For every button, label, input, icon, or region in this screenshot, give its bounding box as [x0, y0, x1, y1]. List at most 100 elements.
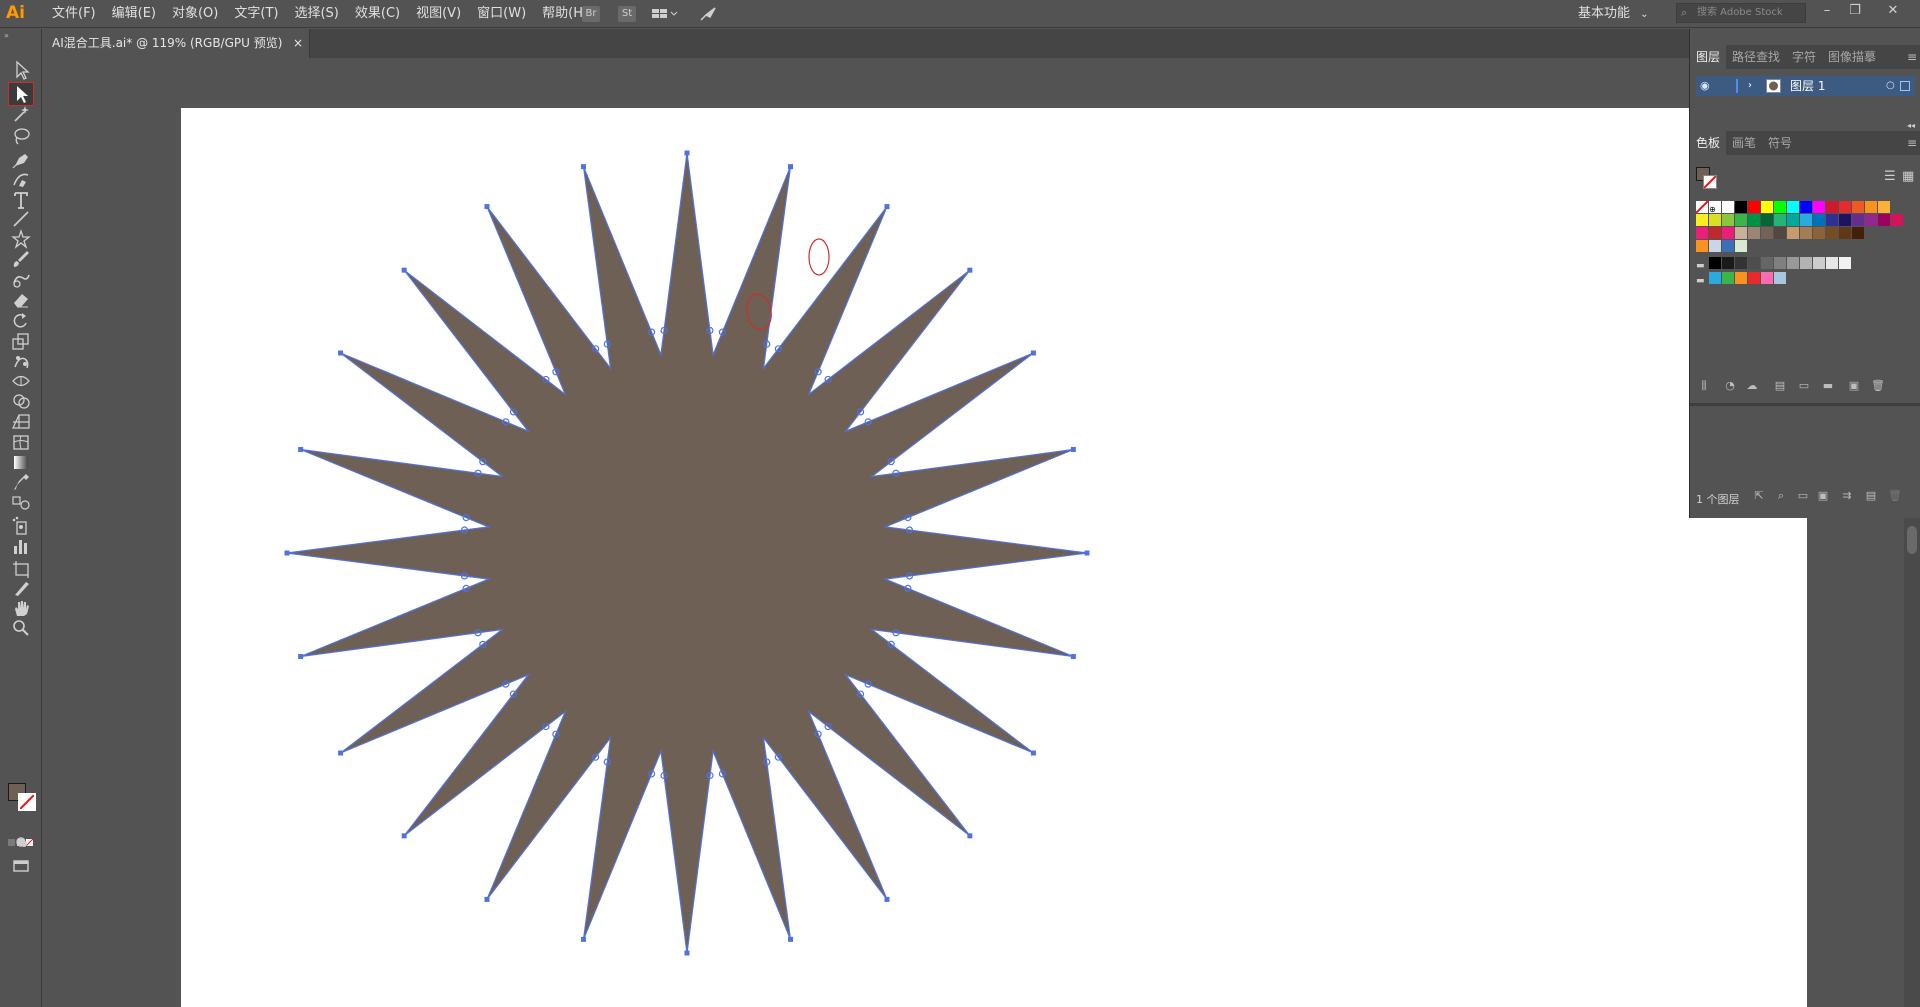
new-swatch-icon[interactable]: ▣	[1846, 379, 1862, 393]
gray-swatch[interactable]	[1774, 257, 1786, 269]
color-swatch[interactable]	[1735, 227, 1747, 239]
minimize-button[interactable]: –	[1814, 0, 1840, 22]
gray-swatch[interactable]	[1748, 257, 1760, 269]
folder-icon[interactable]: ▬	[1696, 272, 1708, 286]
color-swatch[interactable]	[1787, 214, 1799, 226]
swatch-options-icon[interactable]: ▤	[1772, 379, 1788, 393]
color-swatch[interactable]	[1722, 227, 1734, 239]
pattern-swatch[interactable]	[1709, 240, 1721, 252]
pen-tool[interactable]	[9, 148, 33, 170]
restore-button[interactable]: ❐	[1842, 0, 1868, 22]
anchor-point[interactable]	[1030, 750, 1036, 756]
bright-swatch[interactable]	[1748, 272, 1760, 284]
color-swatch[interactable]	[1839, 201, 1851, 213]
rotate-tool[interactable]	[9, 310, 33, 332]
swatch-fill-stroke[interactable]	[1696, 167, 1717, 189]
stock-search-input[interactable]: ⌕ 搜索 Adobe Stock	[1676, 3, 1806, 23]
stock-button[interactable]: St	[618, 6, 636, 22]
new-layer-icon[interactable]: ▤	[1864, 489, 1878, 503]
panel-menu-icon[interactable]: ≡	[1907, 45, 1917, 69]
color-swatch[interactable]	[1748, 227, 1760, 239]
anchor-point[interactable]	[1070, 446, 1076, 452]
export-icon[interactable]: ⇱	[1752, 489, 1766, 503]
tab-symbols[interactable]: 符号	[1762, 131, 1798, 155]
width-tool[interactable]	[9, 370, 33, 392]
tab-character[interactable]: 字符	[1786, 45, 1822, 69]
tab-layers[interactable]: 图层	[1690, 45, 1727, 69]
artboard-tool[interactable]	[9, 557, 33, 579]
anchor-point[interactable]	[580, 936, 586, 942]
anchor-point[interactable]	[788, 936, 794, 942]
gray-swatch[interactable]	[1761, 257, 1773, 269]
selection-indicator[interactable]	[1900, 81, 1910, 91]
gray-swatch[interactable]	[1839, 257, 1851, 269]
color-swatch[interactable]	[1774, 201, 1786, 213]
color-swatch[interactable]	[1787, 227, 1799, 239]
stroke-swatch[interactable]	[18, 793, 36, 811]
eraser-tool[interactable]	[9, 288, 33, 310]
color-swatch[interactable]	[1813, 227, 1825, 239]
bright-swatch[interactable]	[1735, 272, 1747, 284]
line-segment-tool[interactable]	[9, 208, 33, 230]
anchor-point[interactable]	[298, 446, 304, 452]
color-swatch[interactable]	[1787, 201, 1799, 213]
color-swatch[interactable]	[1826, 201, 1838, 213]
anchor-point[interactable]	[967, 833, 973, 839]
anchor-point[interactable]	[884, 896, 890, 902]
bright-swatch[interactable]	[1774, 272, 1786, 284]
color-swatch[interactable]	[1800, 201, 1812, 213]
collapse-swatches-button[interactable]: ◂◂	[1690, 121, 1920, 131]
bright-swatch[interactable]	[1761, 272, 1773, 284]
color-swatch[interactable]	[1839, 227, 1851, 239]
color-swatch[interactable]	[1774, 227, 1786, 239]
curvature-tool[interactable]	[9, 168, 33, 190]
scale-tool[interactable]	[9, 330, 33, 352]
slice-tool[interactable]	[9, 577, 33, 599]
vertical-scrollbar[interactable]	[1904, 518, 1920, 1007]
hand-tool[interactable]	[9, 597, 33, 619]
anchor-point[interactable]	[338, 350, 344, 356]
direct-selection-tool[interactable]	[8, 82, 34, 106]
color-swatch[interactable]	[1696, 227, 1708, 239]
symbol-sprayer-tool[interactable]	[9, 515, 33, 537]
color-swatch[interactable]	[1748, 214, 1760, 226]
anchor-point[interactable]	[338, 750, 344, 756]
close-window-button[interactable]: ✕	[1880, 0, 1906, 22]
selection-tool[interactable]	[9, 59, 33, 81]
column-graph-tool[interactable]	[9, 535, 33, 557]
color-swatch[interactable]	[1761, 214, 1773, 226]
target-icon[interactable]: ○	[1886, 76, 1895, 96]
puppet-warp-tool[interactable]	[9, 350, 33, 372]
color-swatch[interactable]	[1800, 214, 1812, 226]
tab-brushes[interactable]: 画笔	[1726, 131, 1762, 155]
eyedropper-tool[interactable]	[9, 471, 33, 493]
tab-image-trace[interactable]: 图像描摹	[1822, 45, 1882, 69]
star-artwork[interactable]	[181, 108, 1807, 1007]
color-swatch[interactable]	[1735, 214, 1747, 226]
new-sublayer-icon[interactable]: ▣	[1816, 489, 1830, 503]
registration-swatch[interactable]: ⊕	[1709, 201, 1721, 214]
arrange-documents-button[interactable]	[650, 6, 680, 22]
color-swatch[interactable]	[1761, 227, 1773, 239]
anchor-point[interactable]	[1070, 654, 1076, 660]
anchor-point[interactable]	[580, 164, 586, 170]
color-swatch[interactable]	[1852, 214, 1864, 226]
grid-view-icon[interactable]: ▦	[1902, 169, 1914, 184]
anchor-point[interactable]	[684, 950, 690, 956]
menu-edit[interactable]: 编辑(E)	[104, 0, 164, 28]
cloud-icon[interactable]: ☁	[1744, 379, 1760, 393]
shape-builder-tool[interactable]	[9, 390, 33, 412]
document-tab[interactable]: AI混合工具.ai* @ 119% (RGB/GPU 预览) ×	[42, 29, 310, 58]
artboard[interactable]	[181, 108, 1807, 1007]
color-swatch[interactable]	[1709, 214, 1721, 226]
close-tab-button[interactable]: ×	[293, 29, 303, 58]
mesh-tool[interactable]	[9, 431, 33, 453]
anchor-point[interactable]	[1084, 550, 1090, 556]
gray-swatch[interactable]	[1826, 257, 1838, 269]
trash-icon[interactable]: 🗑	[1870, 379, 1886, 393]
bright-swatch[interactable]	[1709, 272, 1721, 284]
anchor-point[interactable]	[401, 833, 407, 839]
color-swatch[interactable]	[1813, 201, 1825, 213]
color-swatch[interactable]	[1839, 214, 1851, 226]
gray-swatch[interactable]	[1709, 257, 1721, 269]
